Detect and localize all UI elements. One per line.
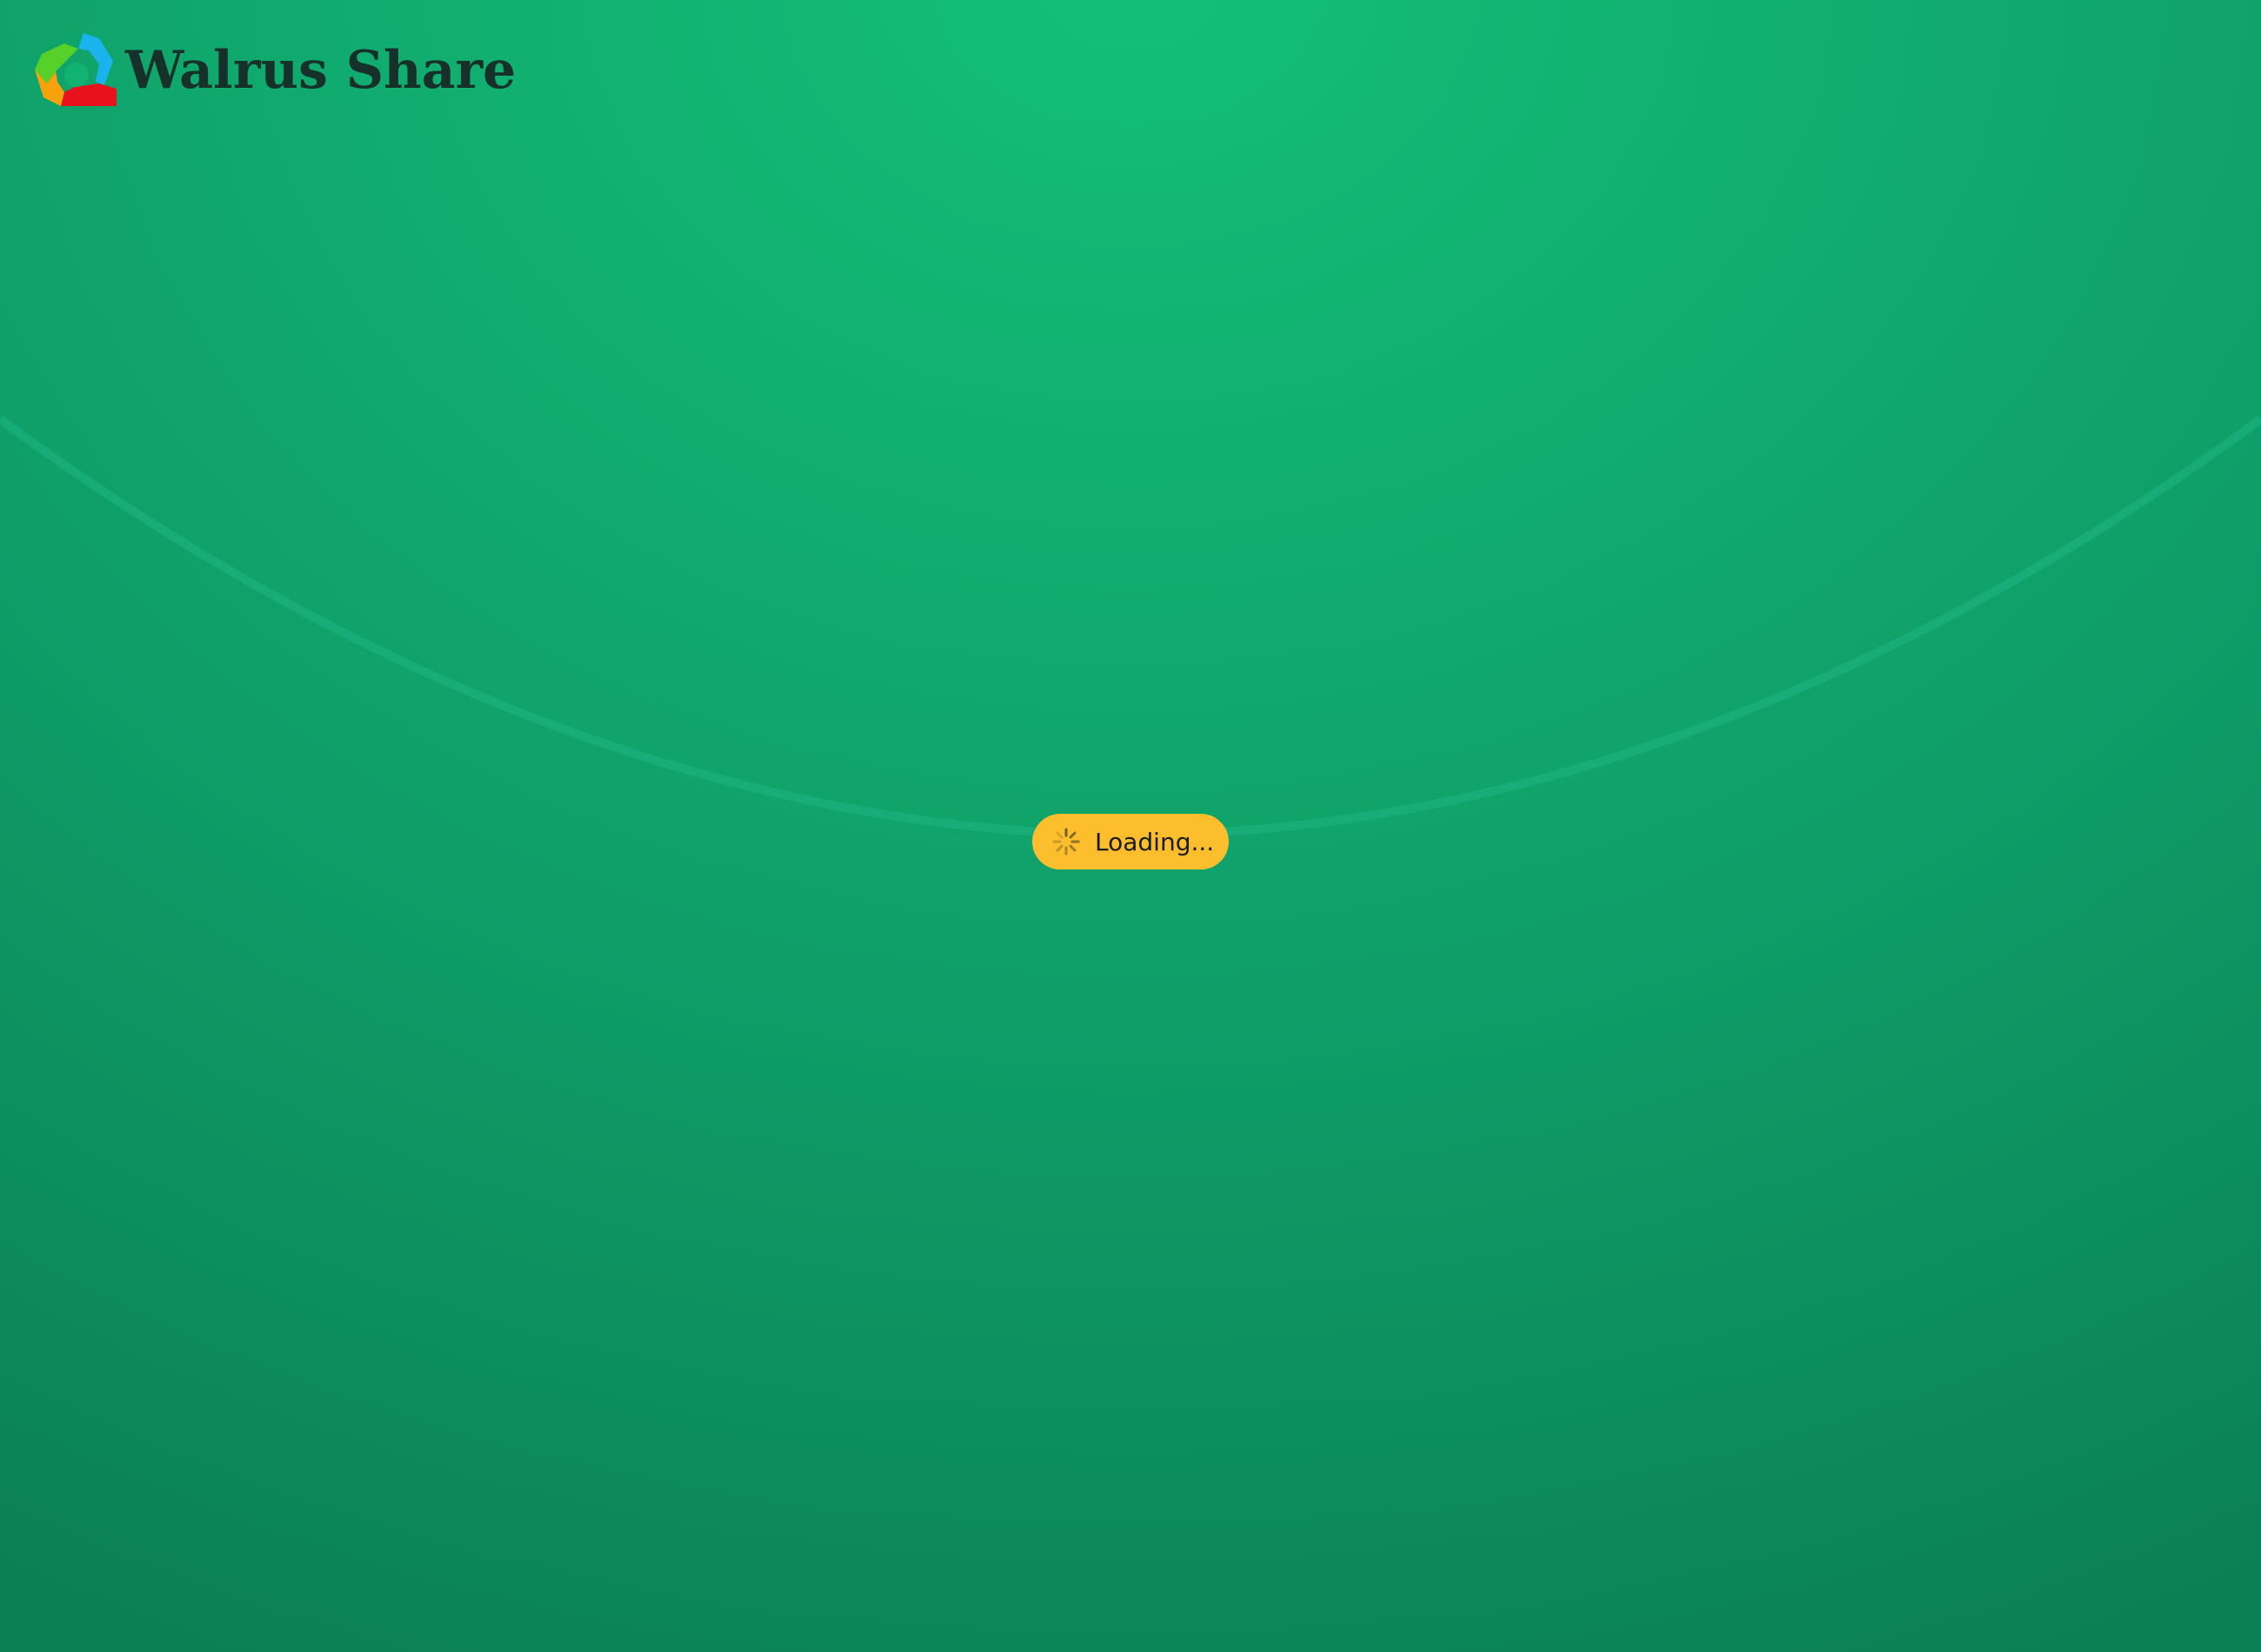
app-header: Walrus Share: [31, 31, 516, 110]
spinner-icon: [1052, 828, 1080, 856]
loading-indicator: Loading...: [1032, 814, 1229, 869]
brand-name: Walrus Share: [125, 40, 517, 101]
walrus-share-logo-icon[interactable]: [31, 31, 117, 110]
loading-label: Loading...: [1095, 827, 1215, 856]
